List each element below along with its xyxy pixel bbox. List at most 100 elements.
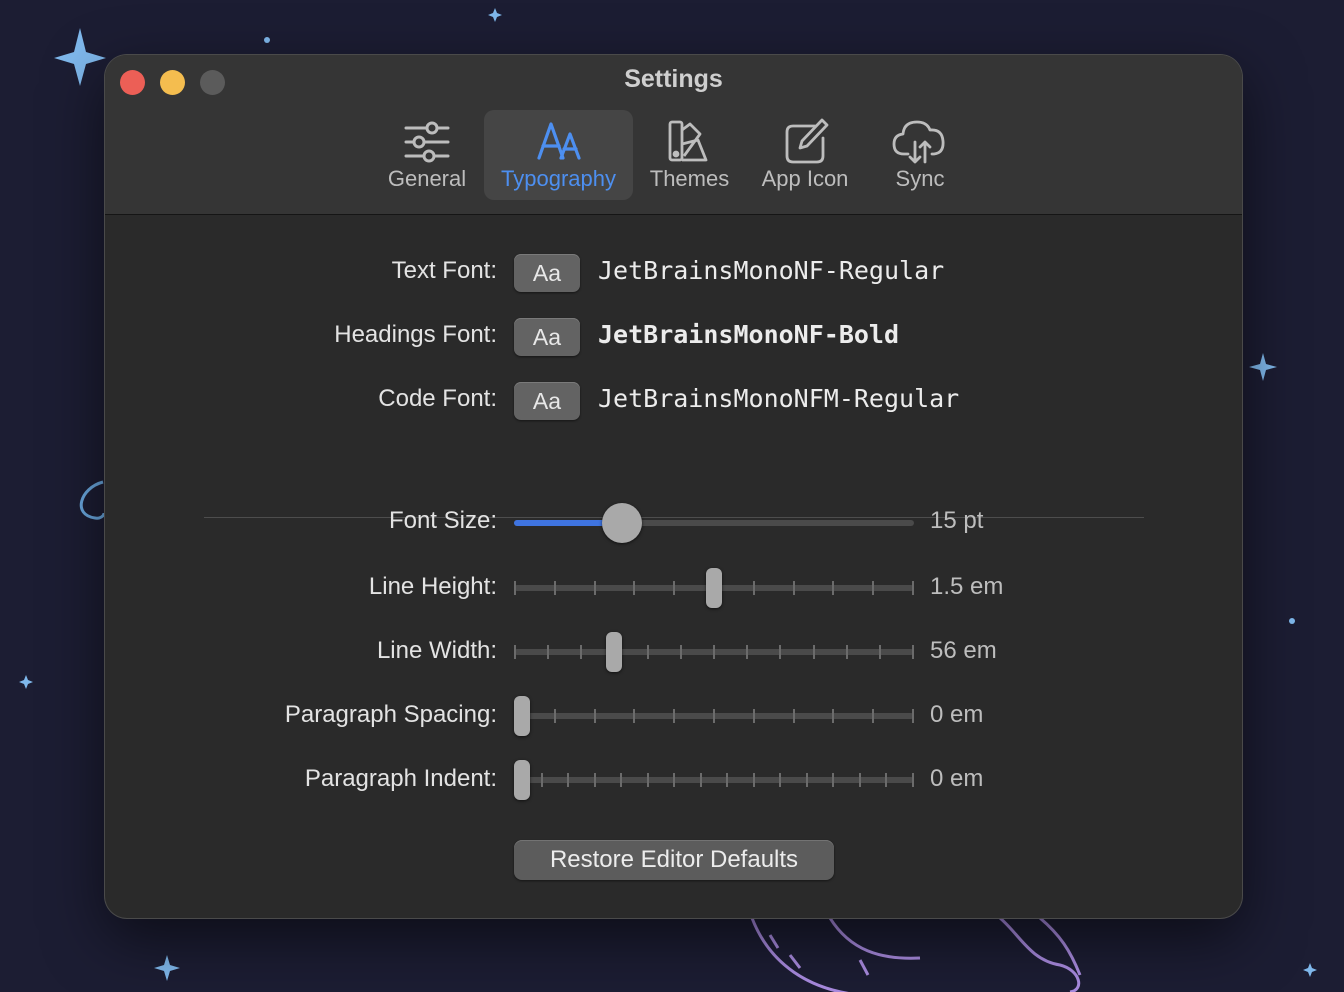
slider-tick (567, 773, 570, 787)
paragraph-indent-slider[interactable] (514, 760, 914, 800)
tab-sync-label: Sync (895, 166, 945, 191)
slider-tick (726, 773, 729, 787)
slider-tick (646, 645, 649, 659)
tab-themes-label: Themes (649, 166, 730, 191)
sparkle-icon (154, 955, 180, 981)
code-font-value: JetBrainsMonoNFM-Regular (598, 384, 960, 413)
typography-pane: Text Font: Aa JetBrainsMonoNF-Regular He… (105, 215, 1242, 918)
tab-themes[interactable]: Themes (643, 110, 736, 200)
tab-app-icon-label: App Icon (761, 166, 849, 191)
paragraph-spacing-value: 0 em (930, 701, 984, 728)
slider-tick (912, 773, 914, 787)
slider-tick (620, 773, 623, 787)
headings-font-value: JetBrainsMonoNF-Bold (598, 320, 900, 349)
slider-tick (514, 645, 516, 659)
tab-general[interactable]: General (377, 110, 477, 200)
slider-tick (633, 709, 636, 723)
font-size-label: Font Size: (388, 507, 497, 534)
headings-font-label: Headings Font: (334, 321, 497, 348)
swatches-icon (668, 120, 707, 162)
text-font-value: JetBrainsMonoNF-Regular (598, 256, 945, 285)
slider-tick (673, 773, 676, 787)
line-width-slider[interactable] (514, 632, 914, 672)
sparkle-icon (1303, 963, 1317, 977)
text-font-label: Text Font: (391, 257, 497, 284)
paragraph-indent-label: Paragraph Indent: (304, 765, 497, 792)
font-size-slider[interactable] (514, 503, 914, 543)
slider-tick (593, 581, 596, 595)
slider-tick (593, 709, 596, 723)
slider-tick (752, 773, 755, 787)
tab-sync[interactable]: Sync (875, 110, 965, 200)
slider-tick (553, 709, 556, 723)
line-width-value: 56 em (930, 637, 997, 664)
slider-tick (805, 773, 808, 787)
slider-tick (779, 645, 782, 659)
slider-tick (912, 581, 914, 595)
slider-tick (832, 709, 835, 723)
section-divider (204, 517, 1144, 518)
slider-tick (547, 645, 550, 659)
code-font-picker-button[interactable]: Aa (514, 382, 580, 420)
settings-tabs: General Typography Themes App Icon Sync (105, 110, 1242, 200)
slider-knob[interactable] (706, 568, 722, 608)
slider-knob[interactable] (514, 760, 530, 800)
tab-typography[interactable]: Typography (484, 110, 633, 200)
slider-tick (792, 709, 795, 723)
slider-tick (752, 709, 755, 723)
slider-tick (792, 581, 795, 595)
line-height-slider[interactable] (514, 568, 914, 608)
cloud-sync-icon (892, 120, 945, 164)
window-title: Settings (624, 65, 723, 93)
settings-window: Settings General Typography Themes App I… (105, 55, 1242, 918)
slider-tick (679, 645, 682, 659)
slider-tick (779, 773, 782, 787)
headings-font-picker-button[interactable]: Aa (514, 318, 580, 356)
sparkle-icon (54, 28, 106, 86)
code-font-label: Code Font: (378, 385, 497, 412)
window-toolbar: Settings General Typography Themes App I… (105, 55, 1242, 215)
slider-tick (553, 581, 556, 595)
sliders-icon (404, 121, 450, 163)
line-height-value: 1.5 em (930, 573, 1004, 600)
slider-tick (540, 773, 543, 787)
sparkle-icon (1249, 353, 1277, 381)
slider-tick (646, 773, 649, 787)
slider-knob[interactable] (514, 696, 530, 736)
tab-typography-label: Typography (501, 166, 616, 191)
slider-tick (699, 773, 702, 787)
slider-tick (746, 645, 749, 659)
slider-tick (713, 645, 715, 659)
slider-tick (752, 581, 755, 595)
sparkle-icon (488, 8, 502, 22)
slider-tick (593, 773, 596, 787)
slider-tick (858, 773, 861, 787)
paragraph-indent-value: 0 em (930, 765, 984, 792)
slider-tick (514, 581, 516, 595)
slider-tick (845, 645, 848, 659)
slider-tick (713, 709, 715, 723)
slider-tick (673, 581, 676, 595)
paragraph-spacing-label: Paragraph Spacing: (284, 701, 497, 728)
line-width-label: Line Width: (376, 637, 497, 664)
line-height-label: Line Height: (368, 573, 497, 600)
paragraph-spacing-slider[interactable] (514, 696, 914, 736)
slider-tick (878, 645, 881, 659)
text-font-picker-button[interactable]: Aa (514, 254, 580, 292)
slider-knob[interactable] (602, 503, 642, 543)
pencil-square-icon (785, 118, 829, 164)
tab-general-label: General (387, 166, 467, 191)
typography-icon (536, 122, 581, 160)
slider-tick (832, 581, 835, 595)
slider-tick (812, 645, 815, 659)
slider-knob[interactable] (606, 632, 622, 672)
slider-tick (872, 709, 875, 723)
planet-ring-icon (79, 480, 106, 520)
slider-tick (580, 645, 583, 659)
slider-tick (673, 709, 676, 723)
slider-tick (885, 773, 888, 787)
slider-tick (912, 709, 914, 723)
tab-app-icon[interactable]: App Icon (750, 110, 860, 200)
restore-editor-defaults-button[interactable]: Restore Editor Defaults (514, 840, 834, 880)
astronaut-illustration (750, 917, 849, 992)
